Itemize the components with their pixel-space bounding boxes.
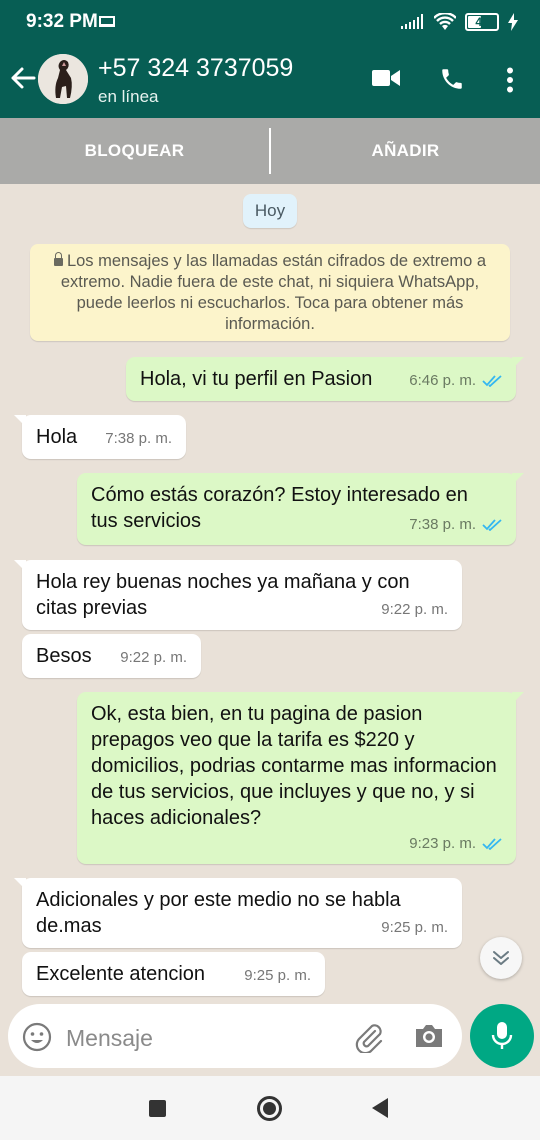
message-time: 7:38 p. m. bbox=[409, 516, 476, 533]
block-button[interactable]: BLOQUEAR bbox=[0, 118, 269, 184]
laptop-icon bbox=[99, 16, 115, 27]
message-bubble-incoming[interactable]: Hola 7:38 p. m. bbox=[14, 415, 186, 459]
attach-icon[interactable] bbox=[353, 1021, 385, 1053]
message-text: Hola rey buenas noches ya mañana y con c… bbox=[36, 571, 410, 619]
message-text: Hola, vi tu perfil en Pasion bbox=[140, 368, 373, 390]
message-bubble-outgoing[interactable]: Cómo estás corazón? Estoy interesado en … bbox=[77, 473, 524, 545]
battery-percent: 42 bbox=[475, 15, 489, 29]
message-meta: 7:38 p. m. bbox=[409, 512, 502, 538]
back-arrow-icon[interactable] bbox=[10, 66, 36, 90]
more-vert-icon[interactable] bbox=[506, 67, 514, 93]
lock-icon bbox=[53, 252, 63, 266]
message-meta: 6:46 p. m. bbox=[409, 368, 502, 394]
message-bubble-outgoing[interactable]: Ok, esta bien, en tu pagina de pasion pr… bbox=[77, 692, 524, 864]
read-ticks-icon bbox=[482, 375, 502, 387]
status-icons: 42 bbox=[401, 12, 518, 32]
encryption-notice[interactable]: Los mensajes y las llamadas están cifrad… bbox=[30, 244, 510, 341]
message-bubble-incoming[interactable]: Adicionales y por este medio no se habla… bbox=[14, 878, 462, 948]
message-bubble-incoming[interactable]: Hola rey buenas noches ya mañana y con c… bbox=[14, 560, 462, 630]
date-chip: Hoy bbox=[243, 194, 297, 228]
recents-icon[interactable] bbox=[149, 1100, 166, 1117]
message-meta: 7:38 p. m. bbox=[105, 426, 172, 452]
block-add-bar: BLOQUEAR AÑADIR bbox=[0, 118, 540, 184]
wifi-icon bbox=[434, 13, 456, 30]
message-text: Besos bbox=[36, 645, 92, 667]
message-time: 6:46 p. m. bbox=[409, 372, 476, 389]
double-chevron-down-icon bbox=[493, 951, 509, 965]
read-ticks-icon bbox=[482, 519, 502, 531]
message-input[interactable]: Mensaje bbox=[66, 1025, 153, 1052]
nav-back-icon[interactable] bbox=[372, 1098, 388, 1118]
video-call-icon[interactable] bbox=[372, 68, 400, 88]
encryption-notice-text: Los mensajes y las llamadas están cifrad… bbox=[60, 252, 487, 333]
camera-icon[interactable] bbox=[414, 1022, 444, 1050]
message-meta: 9:25 p. m. bbox=[381, 915, 448, 941]
message-meta: 9:23 p. m. bbox=[409, 831, 502, 857]
message-bubble-incoming[interactable]: Excelente atencion 9:25 p. m. bbox=[22, 952, 325, 996]
message-text: Excelente atencion bbox=[36, 963, 206, 985]
message-time: 9:25 p. m. bbox=[244, 967, 311, 984]
message-time: 9:22 p. m. bbox=[381, 601, 448, 618]
battery-icon: 42 bbox=[465, 13, 499, 31]
message-bubble-incoming[interactable]: Besos 9:22 p. m. bbox=[22, 634, 201, 678]
message-text: Adicionales y por este medio no se habla… bbox=[36, 889, 401, 937]
message-meta: 9:22 p. m. bbox=[120, 645, 187, 671]
charging-bolt-icon bbox=[508, 13, 518, 31]
clock: 9:32 PM bbox=[26, 11, 98, 32]
avatar[interactable] bbox=[38, 54, 88, 104]
mic-icon bbox=[491, 1022, 513, 1049]
message-meta: 9:22 p. m. bbox=[381, 597, 448, 623]
signal-icon bbox=[401, 14, 423, 29]
chat-header: +57 324 3737059 en línea bbox=[0, 44, 540, 118]
contact-name[interactable]: +57 324 3737059 bbox=[98, 54, 293, 83]
message-text: Ok, esta bien, en tu pagina de pasion pr… bbox=[91, 703, 497, 829]
message-meta: 9:25 p. m. bbox=[244, 963, 311, 989]
read-ticks-icon bbox=[482, 838, 502, 850]
message-time: 9:22 p. m. bbox=[120, 649, 187, 666]
add-contact-button[interactable]: AÑADIR bbox=[271, 118, 540, 184]
phone-call-icon[interactable] bbox=[439, 66, 465, 92]
voice-message-button[interactable] bbox=[470, 1004, 534, 1068]
message-composer[interactable]: Mensaje bbox=[8, 1004, 462, 1068]
status-bar: 9:32 PM 42 bbox=[0, 0, 540, 44]
message-time: 9:23 p. m. bbox=[409, 835, 476, 852]
emoji-icon[interactable] bbox=[22, 1022, 52, 1052]
contact-status: en línea bbox=[98, 87, 159, 106]
chat-area[interactable]: Hoy Los mensajes y las llamadas están ci… bbox=[0, 184, 540, 1076]
message-text: Hola bbox=[36, 426, 78, 448]
home-icon[interactable] bbox=[257, 1096, 282, 1121]
system-nav-bar bbox=[0, 1076, 540, 1140]
message-time: 7:38 p. m. bbox=[105, 430, 172, 447]
scroll-to-bottom-button[interactable] bbox=[480, 937, 522, 979]
message-time: 9:25 p. m. bbox=[381, 919, 448, 936]
message-bubble-outgoing[interactable]: Hola, vi tu perfil en Pasion 6:46 p. m. bbox=[126, 357, 524, 401]
